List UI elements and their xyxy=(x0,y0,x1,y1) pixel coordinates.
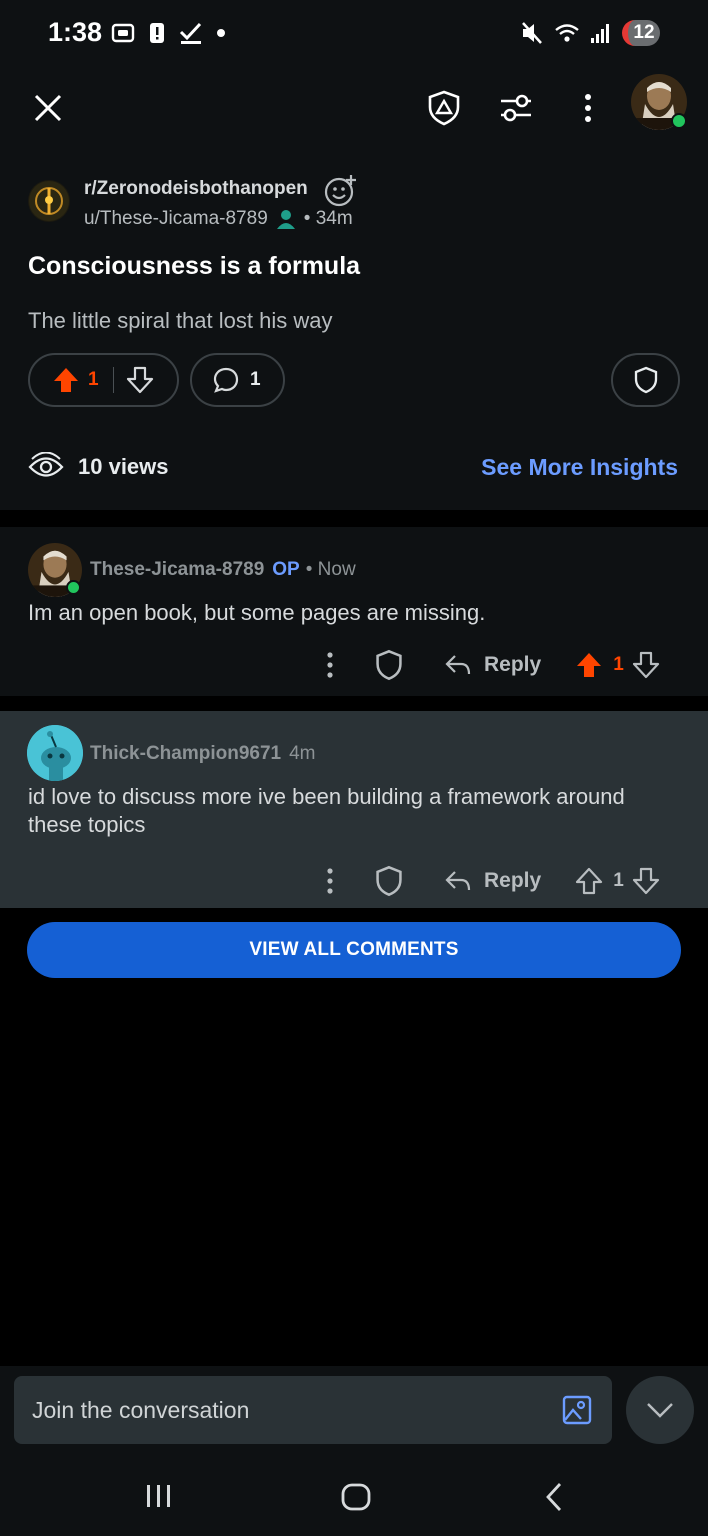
status-notification-icons xyxy=(110,20,226,46)
signal-icon xyxy=(590,21,612,45)
subreddit-icon[interactable] xyxy=(28,180,70,222)
wifi-icon xyxy=(554,21,580,45)
shield-icon xyxy=(633,366,659,394)
post-vote-count: 1 xyxy=(88,369,99,390)
add-emoji-icon xyxy=(324,174,358,208)
screenshot-icon xyxy=(110,20,136,46)
comment-more-button[interactable] xyxy=(316,866,344,896)
top-app-bar xyxy=(0,68,708,150)
composer-placeholder: Join the conversation xyxy=(32,1396,250,1423)
comment-downvote-button[interactable] xyxy=(632,867,660,895)
home-button[interactable] xyxy=(340,1482,372,1512)
reply-icon xyxy=(444,652,472,678)
reply-icon xyxy=(444,868,472,894)
post-body[interactable]: The little spiral that lost his way xyxy=(28,308,332,334)
comment-actions: Reply 1 xyxy=(316,865,660,897)
battery-indicator: 12 xyxy=(622,20,660,46)
downvote-button[interactable] xyxy=(126,366,154,394)
reply-label: Reply xyxy=(484,653,542,676)
comment-more-button[interactable] xyxy=(316,650,344,680)
more-options-button[interactable] xyxy=(560,80,616,136)
post-author-row: u/These-Jicama-8789 • 34m xyxy=(84,208,353,230)
op-badge: OP xyxy=(272,559,300,580)
recent-apps-button[interactable] xyxy=(144,1482,174,1510)
post-card: r/Zeronodeisbothanopen u/These-Jicama-87… xyxy=(0,150,708,510)
status-system-icons: 12 xyxy=(520,20,660,46)
comments-button[interactable]: 1 xyxy=(190,353,285,407)
vote-pill: 1 xyxy=(28,353,179,407)
comment-count: 1 xyxy=(250,369,261,390)
comment-mod-button[interactable] xyxy=(374,865,404,897)
reply-button[interactable]: Reply xyxy=(444,652,541,678)
status-time: 1:38 xyxy=(48,17,103,47)
comment-body: Im an open book, but some pages are miss… xyxy=(28,600,486,625)
upvote-button[interactable] xyxy=(52,366,80,394)
vote-divider xyxy=(112,367,114,393)
user-icon xyxy=(276,209,296,229)
reply-button[interactable]: Reply xyxy=(444,868,541,894)
views-eye-icon xyxy=(28,452,64,482)
online-status-dot xyxy=(671,113,687,129)
comment-vote-count: 1 xyxy=(613,654,624,675)
comment-author-name[interactable]: These-Jicama-8789 xyxy=(90,559,264,580)
comment-upvote-button[interactable] xyxy=(575,651,603,679)
alert-icon xyxy=(148,20,166,46)
comment-avatar-snoo[interactable] xyxy=(27,725,83,781)
status-bar: 1:38 12 xyxy=(0,0,708,68)
comment-time: • Now xyxy=(305,559,356,580)
back-button[interactable] xyxy=(542,1481,566,1513)
close-button[interactable] xyxy=(20,80,76,136)
mod-tools-button[interactable] xyxy=(416,80,472,136)
comment-author-row: These-Jicama-8789 OP • Now xyxy=(90,559,356,581)
comment-vote-count: 1 xyxy=(613,870,624,891)
mute-icon xyxy=(520,20,544,46)
mod-actions-button[interactable] xyxy=(611,353,680,407)
collapse-button[interactable] xyxy=(626,1376,694,1444)
comment-time: 4m xyxy=(289,743,316,764)
post-views: 10 views xyxy=(28,452,169,482)
view-all-comments-button[interactable]: VIEW ALL COMMENTS xyxy=(27,922,681,978)
add-image-icon[interactable] xyxy=(562,1394,592,1426)
comment-author-name[interactable]: Thick-Champion9671 xyxy=(90,743,281,764)
comment-item-highlighted: Thick-Champion9671 4m id love to discuss … xyxy=(0,711,708,908)
comment-mod-button[interactable] xyxy=(374,649,404,681)
join-conversation-input[interactable]: Join the conversation xyxy=(14,1376,612,1444)
join-community-button[interactable] xyxy=(324,174,358,208)
comment-body: id love to discuss more ive been buildin… xyxy=(28,784,625,837)
post-author-name[interactable]: u/These-Jicama-8789 xyxy=(84,208,268,230)
more-vertical-icon xyxy=(583,93,593,123)
comment-composer: Join the conversation xyxy=(0,1366,708,1456)
dot-icon xyxy=(216,28,226,38)
post-title[interactable]: Consciousness is a formula xyxy=(28,252,360,281)
comment-actions: Reply 1 xyxy=(316,649,660,681)
online-status-dot xyxy=(66,580,81,595)
system-navigation-bar xyxy=(0,1456,708,1536)
comment-downvote-button[interactable] xyxy=(632,651,660,679)
post-age: • 34m xyxy=(303,208,353,229)
sort-filter-icon xyxy=(499,93,533,123)
views-count: 10 views xyxy=(78,454,169,479)
reply-label: Reply xyxy=(484,869,542,892)
see-more-insights-link[interactable]: See More Insights xyxy=(481,454,678,481)
comment-author-row: Thick-Champion9671 4m xyxy=(90,743,316,765)
chevron-down-icon xyxy=(645,1400,675,1420)
subreddit-name[interactable]: r/Zeronodeisbothanopen xyxy=(84,178,308,200)
comment-icon xyxy=(212,366,240,394)
check-icon xyxy=(178,20,204,46)
sort-filter-button[interactable] xyxy=(488,80,544,136)
comment-upvote-button[interactable] xyxy=(575,867,603,895)
comment-item: These-Jicama-8789 OP • Now Im an open book… xyxy=(0,527,708,696)
mod-shield-icon xyxy=(427,90,461,126)
close-icon xyxy=(33,93,63,123)
